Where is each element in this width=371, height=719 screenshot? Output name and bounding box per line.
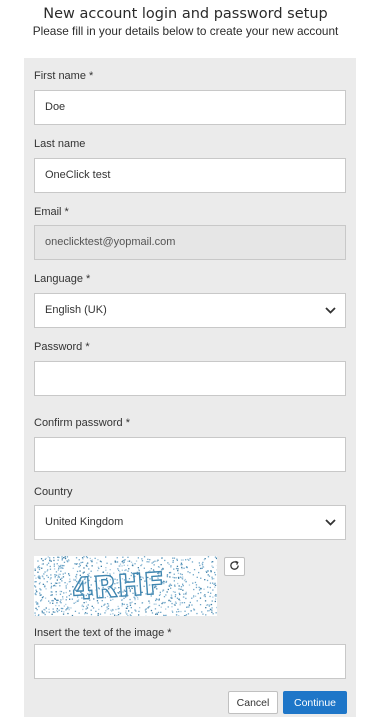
- last-name-label: Last name: [34, 138, 86, 150]
- first-name-label: First name *: [34, 70, 94, 82]
- page-header: New account login and password setup Ple…: [0, 6, 371, 38]
- signup-form: First name * Doe Last name OneClick test…: [24, 58, 356, 717]
- captcha-input[interactable]: [34, 644, 346, 679]
- chevron-down-icon: [323, 294, 337, 327]
- country-select-value: United Kingdom: [45, 516, 124, 528]
- captcha-text: 4RHF: [71, 566, 167, 607]
- last-name-field[interactable]: OneClick test: [34, 158, 346, 193]
- chevron-down-icon: [323, 506, 337, 539]
- password-label: Password *: [34, 341, 90, 353]
- continue-button[interactable]: Continue: [283, 691, 347, 714]
- confirm-password-label: Confirm password *: [34, 417, 130, 429]
- page-subtitle: Please fill in your details below to cre…: [32, 24, 339, 38]
- language-label: Language *: [34, 273, 91, 285]
- cancel-button[interactable]: Cancel: [228, 691, 278, 714]
- refresh-captcha-button[interactable]: [224, 557, 245, 576]
- password-field[interactable]: [34, 361, 346, 396]
- country-select[interactable]: United Kingdom: [34, 505, 346, 540]
- first-name-field[interactable]: Doe: [34, 90, 346, 125]
- language-select[interactable]: English (UK): [34, 293, 346, 328]
- captcha-image: 4RHF: [34, 556, 217, 616]
- refresh-icon: [229, 558, 240, 576]
- captcha-input-label: Insert the text of the image *: [34, 627, 172, 639]
- email-label: Email *: [34, 206, 69, 218]
- confirm-password-field[interactable]: [34, 437, 346, 472]
- country-label: Country: [34, 486, 73, 498]
- email-field: oneclicktest@yopmail.com: [34, 225, 346, 260]
- page-title: New account login and password setup: [43, 6, 328, 22]
- language-select-value: English (UK): [45, 304, 107, 316]
